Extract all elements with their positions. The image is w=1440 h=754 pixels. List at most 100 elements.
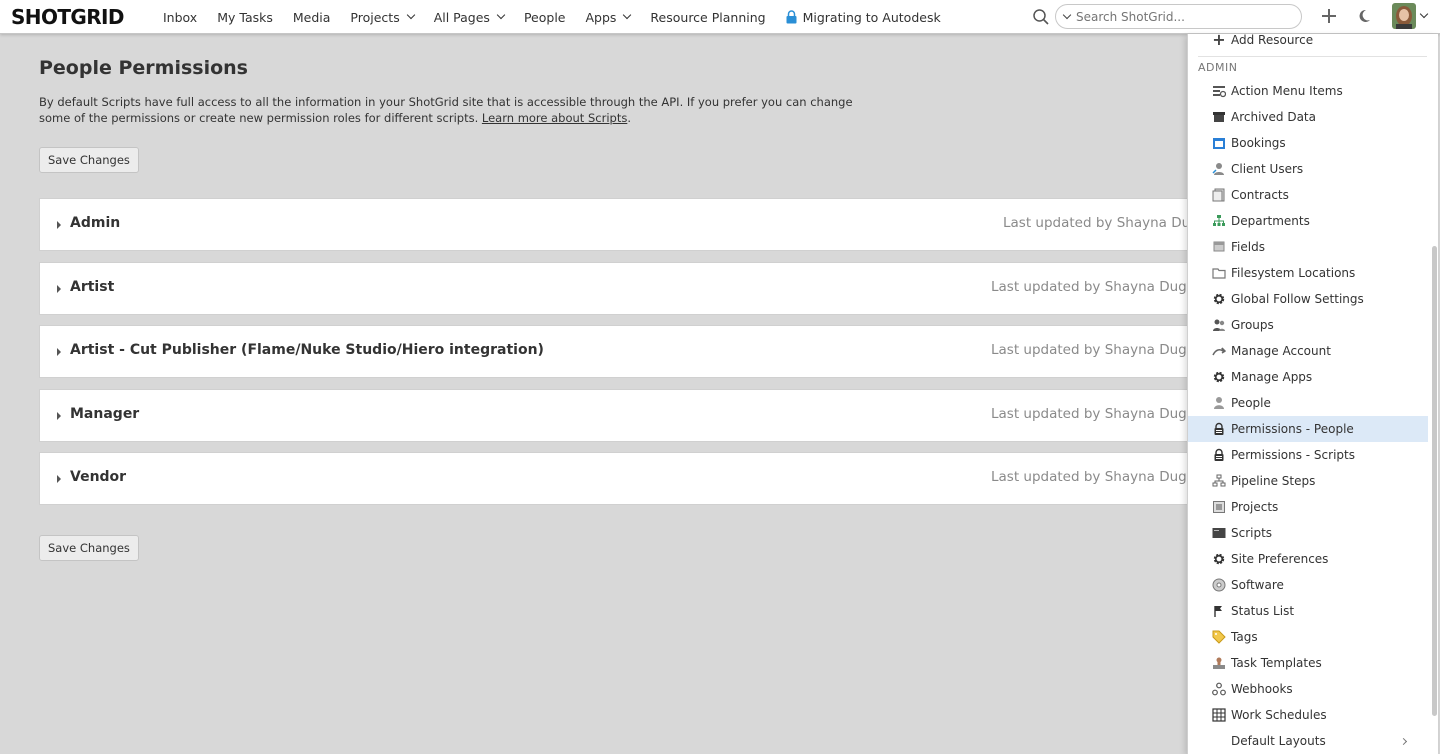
caret-right-icon[interactable] — [57, 348, 61, 356]
caret-right-icon[interactable] — [57, 475, 61, 483]
menu-item-manage-account[interactable]: Manage Account — [1188, 338, 1428, 364]
nav-my-tasks[interactable]: My Tasks — [217, 10, 273, 25]
shotgrid-logo[interactable]: SHOTGRID — [11, 5, 124, 29]
menu-item-filesystem-locations[interactable]: Filesystem Locations — [1188, 260, 1428, 286]
nav-people-label: People — [523, 9, 566, 25]
menu-item-action-menu-items[interactable]: Action Menu Items — [1188, 78, 1428, 104]
nav-apps-label: Apps — [585, 9, 617, 25]
menu-item-label: Permissions - Scripts — [1231, 448, 1355, 462]
nav-media[interactable]: Media — [293, 10, 331, 25]
add-plus-icon[interactable] — [1320, 7, 1338, 25]
menu-item-scripts[interactable]: Scripts — [1188, 520, 1428, 546]
menu-item-pipeline-steps[interactable]: Pipeline Steps — [1188, 468, 1428, 494]
role-updated: Last updated by Shayna Dugu — [991, 469, 1196, 485]
menu-divider — [1198, 56, 1427, 57]
menu-item-label: Permissions - People — [1231, 422, 1354, 436]
client-user-icon — [1212, 162, 1226, 176]
nav-apps[interactable]: Apps — [585, 9, 632, 25]
caret-right-icon[interactable] — [57, 412, 61, 420]
role-name: Vendor — [70, 469, 127, 485]
menu-item-permissions-people[interactable]: Permissions - People — [1188, 416, 1428, 442]
nav-migrating-to-autodesk[interactable]: Migrating to Autodesk — [786, 10, 941, 25]
pipeline-steps-icon — [1212, 474, 1226, 488]
role-name: Admin — [70, 215, 121, 231]
menu-item-tags[interactable]: Tags — [1188, 624, 1428, 650]
menu-item-archived-data[interactable]: Archived Data — [1188, 104, 1428, 130]
role-name: Artist - Cut Publisher (Flame/Nuke Studi… — [70, 342, 544, 358]
chevron-down-icon — [496, 10, 506, 20]
save-changes-button[interactable]: Save Changes — [39, 147, 139, 173]
nav-people[interactable]: People — [524, 10, 566, 25]
menu-item-fields[interactable]: Fields — [1188, 234, 1428, 260]
account-arrow-icon — [1212, 344, 1226, 358]
menu-item-label: Client Users — [1231, 162, 1304, 176]
menu-item-people[interactable]: People — [1188, 390, 1428, 416]
search-input[interactable] — [1076, 7, 1296, 26]
nav-resource-planning[interactable]: Resource Planning — [650, 10, 765, 25]
menu-item-task-templates[interactable]: Task Templates — [1188, 650, 1428, 676]
menu-item-contracts[interactable]: Contracts — [1188, 182, 1428, 208]
menu-item-label: Software — [1231, 578, 1284, 592]
avatar[interactable] — [1392, 3, 1416, 29]
caret-right-icon[interactable] — [57, 221, 61, 229]
menu-item-bookings[interactable]: Bookings — [1188, 130, 1428, 156]
role-name: Artist — [70, 279, 115, 295]
menu-item-label: Manage Account — [1231, 344, 1331, 358]
menu-item-permissions-scripts[interactable]: Permissions - Scripts — [1188, 442, 1428, 468]
chevron-down-icon[interactable] — [1062, 10, 1072, 20]
lock-icon — [1212, 448, 1226, 462]
menu-item-departments[interactable]: Departments — [1188, 208, 1428, 234]
org-chart-icon — [1212, 214, 1226, 228]
menu-item-add-resource[interactable]: + Add Resource — [1188, 34, 1428, 53]
field-icon — [1212, 240, 1226, 254]
menu-item-label: Webhooks — [1231, 682, 1293, 696]
menu-item-work-schedules[interactable]: Work Schedules — [1188, 702, 1428, 728]
nav-resource-planning-label: Resource Planning — [650, 9, 766, 25]
menu-item-default-layouts[interactable]: Default Layouts — [1188, 728, 1428, 754]
menu-item-status-list[interactable]: Status List — [1188, 598, 1428, 624]
search-field[interactable] — [1055, 4, 1302, 29]
menu-item-label: Groups — [1231, 318, 1274, 332]
menu-scrollbar[interactable] — [1432, 246, 1437, 716]
role-row-manager[interactable]: Manager Last updated by Shayna Dugu — [39, 389, 1209, 442]
menu-item-manage-apps[interactable]: Manage Apps — [1188, 364, 1428, 390]
menu-item-label: Archived Data — [1231, 110, 1316, 124]
terminal-icon — [1212, 526, 1226, 540]
top-navigation-bar: SHOTGRID Inbox My Tasks Media Projects A… — [0, 0, 1440, 34]
person-icon — [1212, 396, 1226, 410]
menu-item-software[interactable]: Software — [1188, 572, 1428, 598]
role-row-artist[interactable]: Artist Last updated by Shayna Dugu — [39, 262, 1209, 315]
menu-item-global-follow-settings[interactable]: Global Follow Settings — [1188, 286, 1428, 312]
learn-more-link[interactable]: Learn more about Scripts — [482, 111, 627, 125]
nav-inbox[interactable]: Inbox — [163, 10, 197, 25]
caret-right-icon[interactable] — [57, 285, 61, 293]
menu-item-site-preferences[interactable]: Site Preferences — [1188, 546, 1428, 572]
menu-item-label: Global Follow Settings — [1231, 292, 1364, 306]
role-row-artist-cut-publisher[interactable]: Artist - Cut Publisher (Flame/Nuke Studi… — [39, 325, 1209, 378]
stamp-icon — [1212, 656, 1226, 670]
webhook-icon — [1212, 682, 1226, 696]
flag-icon — [1212, 604, 1226, 618]
role-row-admin[interactable]: Admin Last updated by Shayna Dug — [39, 198, 1209, 251]
moon-icon[interactable] — [1356, 8, 1372, 24]
menu-item-client-users[interactable]: Client Users — [1188, 156, 1428, 182]
role-row-vendor[interactable]: Vendor Last updated by Shayna Dugu — [39, 452, 1209, 505]
menu-item-projects[interactable]: Projects — [1188, 494, 1428, 520]
save-changes-button-bottom[interactable]: Save Changes — [39, 535, 139, 561]
nav-projects[interactable]: Projects — [350, 9, 415, 25]
chevron-down-icon[interactable] — [1419, 9, 1429, 19]
menu-item-groups[interactable]: Groups — [1188, 312, 1428, 338]
menu-item-label: Contracts — [1231, 188, 1289, 202]
menu-item-webhooks[interactable]: Webhooks — [1188, 676, 1428, 702]
search-icon[interactable] — [1032, 8, 1050, 26]
nav-migrating-label: Migrating to Autodesk — [802, 9, 941, 25]
nav-all-pages[interactable]: All Pages — [434, 10, 506, 25]
page-title: People Permissions — [39, 57, 248, 79]
role-updated: Last updated by Shayna Dugu — [991, 406, 1196, 422]
menu-item-label: Work Schedules — [1231, 708, 1327, 722]
role-name: Manager — [70, 406, 140, 422]
nav-projects-label: Projects — [350, 9, 400, 25]
description-text: By default Scripts have full access to a… — [39, 95, 853, 125]
role-updated: Last updated by Shayna Dugu — [991, 279, 1196, 295]
menu-item-label: People — [1231, 396, 1271, 410]
